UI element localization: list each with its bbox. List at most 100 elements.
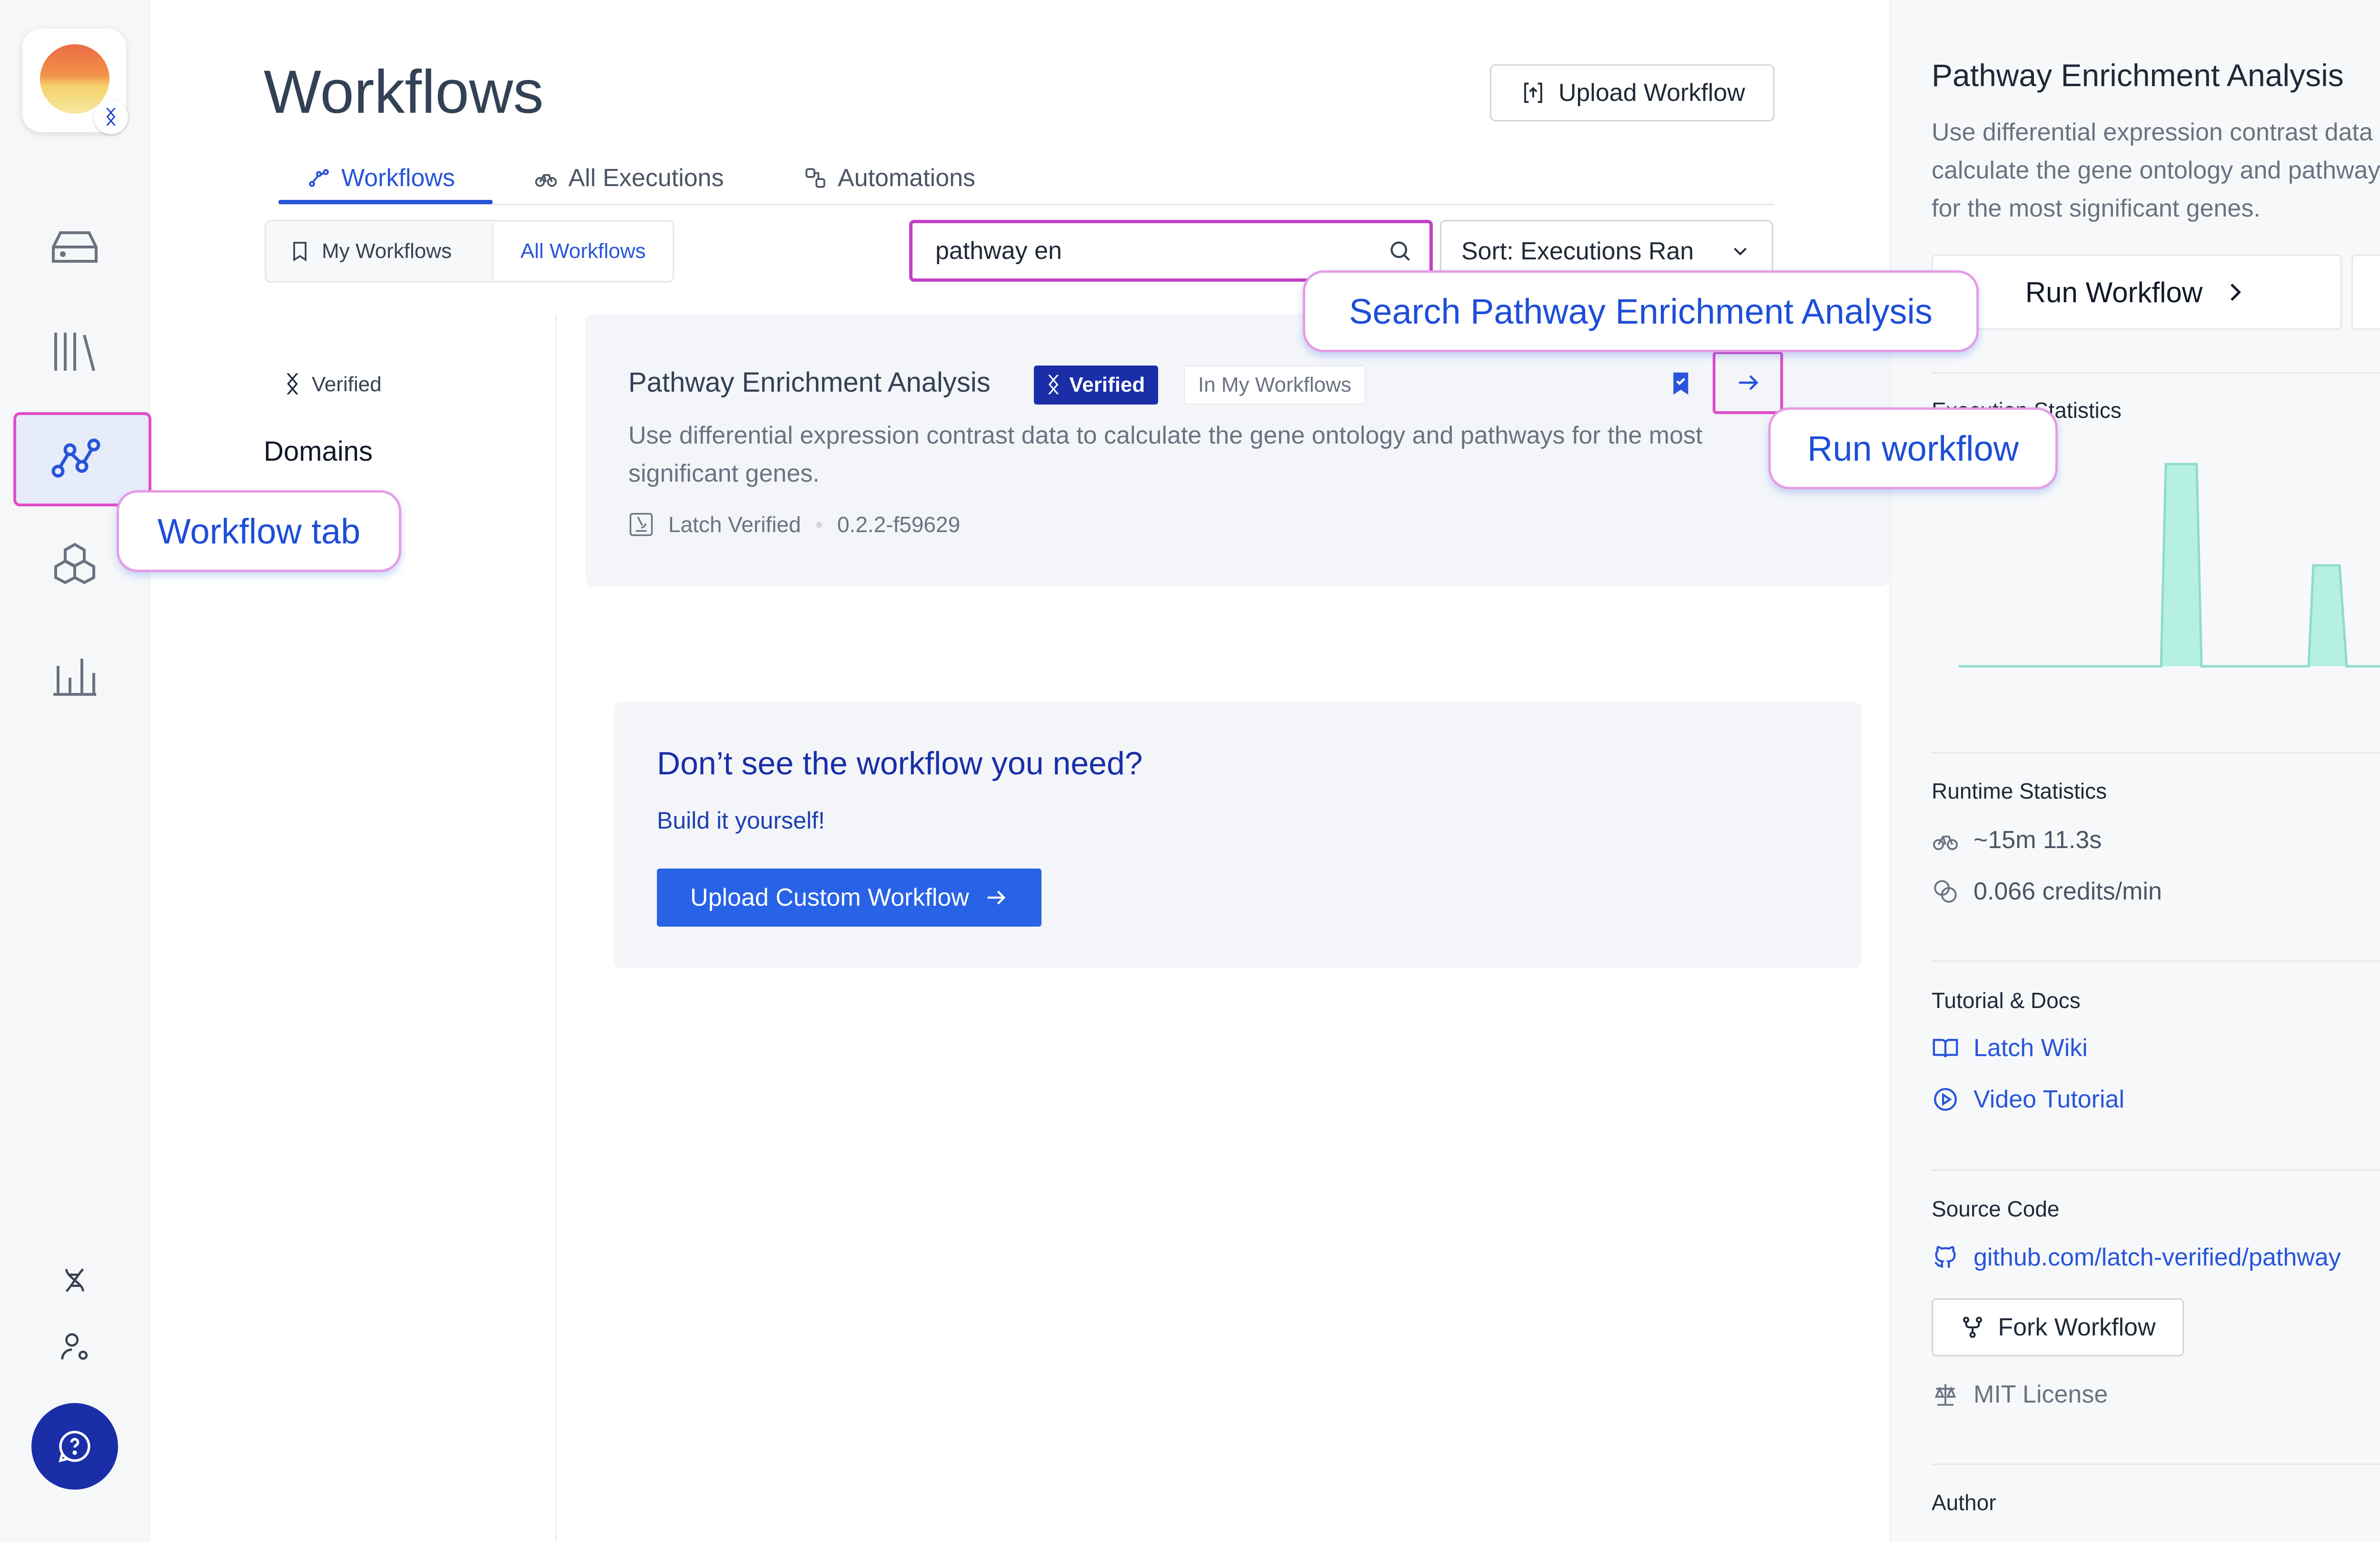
user-settings-icon[interactable] — [42, 1318, 108, 1375]
run-workflow-arrow-button[interactable] — [1713, 351, 1783, 414]
bookmark-icon — [293, 242, 307, 262]
github-icon — [1934, 1246, 1956, 1268]
run-workflow-callout: Run workflow — [1768, 407, 2058, 489]
app-logo[interactable]: ᛝ — [22, 29, 128, 134]
runtime-stats-label: Runtime Statistics — [1932, 779, 2107, 803]
automation-icon — [805, 168, 825, 188]
docs-label: Tutorial & Docs — [1932, 988, 2081, 1013]
logo-sun-icon — [40, 44, 109, 114]
latch-wiki-label: Latch Wiki — [1973, 1034, 2088, 1062]
tabs-divider — [278, 204, 1775, 205]
arrow-right-icon — [987, 890, 1006, 905]
scale-icon — [1934, 1384, 1956, 1406]
verified-filter[interactable]: ᛝ Verified — [286, 371, 382, 397]
cta-subheading: Build it yourself! — [657, 807, 825, 834]
author-label: Author — [1932, 1490, 1996, 1515]
verified-filter-label: Verified — [311, 372, 382, 396]
save-bookmark-button[interactable] — [2351, 255, 2380, 330]
search-icon — [1390, 241, 1410, 261]
verified-icon: ᛝ — [286, 372, 299, 397]
bike-icon — [1933, 835, 1958, 850]
upload-custom-workflow-button[interactable]: Upload Custom Workflow — [657, 869, 1041, 927]
active-tab-indicator — [278, 200, 493, 204]
runtime-row: ~15m 11.3s — [1932, 826, 2102, 854]
verified-badge: ᛝ Verified — [1034, 366, 1159, 405]
verified-icon: ᛝ — [1047, 373, 1060, 396]
fork-icon — [1963, 1316, 1983, 1338]
upload-icon — [1524, 82, 1542, 103]
run-workflow-label: Run Workflow — [2025, 276, 2203, 308]
all-workflows-toggle[interactable]: All Workflows — [492, 223, 673, 280]
verified-badge-icon: ᛝ — [94, 100, 128, 134]
run-workflow-button[interactable]: Run Workflow — [1932, 255, 2342, 330]
search-value: pathway en — [935, 237, 1062, 265]
tab-automations[interactable]: Automations — [803, 152, 975, 204]
chevron-down-icon — [1734, 247, 1747, 256]
play-icon — [1934, 1088, 1957, 1111]
source-code-label: Source Code — [1932, 1196, 2060, 1221]
tab-all-executions[interactable]: All Executions — [534, 152, 724, 204]
workflow-icon — [309, 169, 329, 187]
credits-value: 0.066 credits/min — [1973, 878, 2162, 905]
coins-icon — [1934, 880, 1957, 903]
tab-workflows[interactable]: Workflows — [307, 152, 455, 204]
upload-workflow-label: Upload Workflow — [1558, 79, 1745, 107]
chevron-right-icon — [2231, 283, 2241, 301]
help-button[interactable] — [31, 1403, 118, 1490]
publisher-label: Latch Verified — [668, 512, 801, 537]
upload-custom-label: Upload Custom Workflow — [690, 884, 969, 911]
workflow-icon[interactable] — [42, 426, 108, 492]
bar-chart-icon[interactable] — [42, 642, 108, 708]
arrow-right-icon — [1739, 375, 1758, 390]
video-tutorial-label: Video Tutorial — [1973, 1086, 2125, 1113]
panel-divider — [1932, 752, 2380, 753]
upload-custom-panel — [614, 702, 1861, 969]
book-icon — [1933, 1038, 1958, 1058]
workflow-tab-callout: Workflow tab — [117, 490, 401, 572]
latch-wiki-link[interactable]: Latch Wiki — [1932, 1034, 2088, 1062]
bookmark-icon[interactable] — [1666, 369, 1696, 401]
license-label: MIT License — [1973, 1381, 2108, 1408]
license-row: MIT License — [1932, 1380, 2108, 1409]
all-workflows-label: All Workflows — [520, 239, 646, 263]
runtime-value: ~15m 11.3s — [1973, 826, 2102, 854]
video-tutorial-link[interactable]: Video Tutorial — [1932, 1085, 2124, 1114]
search-callout: Search Pathway Enrichment Analysis — [1303, 270, 1979, 352]
upload-workflow-button[interactable]: Upload Workflow — [1490, 64, 1775, 121]
panel-divider — [1932, 960, 2380, 962]
verified-badge-label: Verified — [1069, 373, 1145, 396]
in-my-workflows-badge: In My Workflows — [1184, 366, 1366, 405]
workflow-card-description: Use differential expression contrast dat… — [628, 422, 1703, 487]
help-icon — [59, 1431, 90, 1463]
dna-icon[interactable] — [42, 1252, 108, 1309]
panel-title: Pathway Enrichment Analysis — [1932, 58, 2344, 93]
source-code-link[interactable]: github.com/latch-verified/pathway — [1932, 1243, 2341, 1272]
bookmark-icon — [2374, 278, 2380, 306]
panel-description: Use differential expression contrast dat… — [1932, 119, 2380, 222]
sort-label: Sort: Executions Ran — [1461, 237, 1694, 265]
workflow-card-meta: Latch Verified • 0.2.2-f59629 — [628, 512, 960, 537]
microscope-icon — [629, 513, 653, 536]
filter-divider — [555, 314, 556, 1542]
domains-heading: Domains — [264, 436, 373, 467]
my-workflows-label: My Workflows — [322, 239, 452, 263]
credits-row: 0.066 credits/min — [1932, 877, 2162, 906]
source-code-url: github.com/latch-verified/pathway — [1973, 1244, 2341, 1271]
workflow-card-title[interactable]: Pathway Enrichment Analysis — [628, 366, 991, 398]
fork-workflow-label: Fork Workflow — [1998, 1314, 2156, 1341]
my-workflows-toggle[interactable]: My Workflows — [288, 223, 452, 280]
library-icon[interactable] — [42, 319, 108, 385]
molecule-icon[interactable] — [42, 533, 108, 599]
tab-label: All Executions — [568, 164, 724, 192]
panel-divider — [1932, 1169, 2380, 1171]
tab-label: Automations — [838, 164, 976, 192]
bike-icon — [535, 174, 557, 187]
drive-icon[interactable] — [42, 214, 108, 280]
panel-divider — [1932, 1463, 2380, 1465]
meta-separator: • — [815, 512, 823, 537]
tab-label: Workflows — [341, 164, 455, 192]
fork-workflow-button[interactable]: Fork Workflow — [1932, 1298, 2184, 1356]
page-title: Workflows — [264, 58, 544, 126]
cta-heading: Don’t see the workflow you need? — [657, 745, 1143, 781]
version-label: 0.2.2-f59629 — [837, 512, 961, 537]
